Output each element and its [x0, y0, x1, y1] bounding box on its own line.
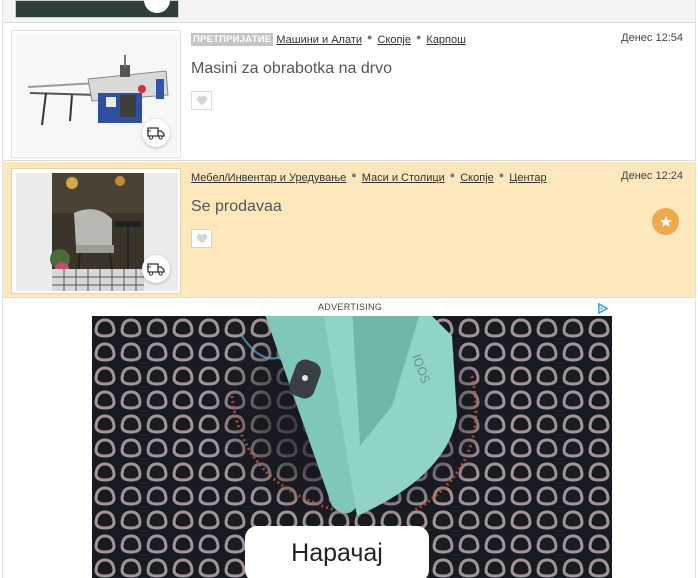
listing-thumbnail[interactable]: [11, 30, 181, 158]
company-badge: ПРЕТПРИЈАТИЕ: [191, 33, 274, 46]
ad-order-button[interactable]: Нарачај: [245, 526, 429, 578]
listing-meta: Мебел/Инвентар и Уредување ● Маси и Столиц…: [191, 170, 547, 184]
meta-separator: ●: [415, 32, 422, 42]
meta-separator: ●: [449, 170, 456, 180]
favorite-button[interactable]: [191, 91, 212, 110]
advertising-block[interactable]: ADVERTISING IQOS Нарачај: [3, 299, 695, 578]
listing-page: ПРЕТПРИЈАТИЕ Машини и Алати ● Скопје ● Карпош…: [2, 0, 696, 578]
category-link[interactable]: Машини и Алати: [276, 34, 362, 46]
delivery-truck-icon: [142, 119, 170, 147]
listing-thumbnail[interactable]: [15, 0, 179, 18]
previous-listing-partial[interactable]: [3, 0, 695, 23]
subcategory-link[interactable]: Маси и Столици: [362, 172, 445, 184]
meta-separator: ●: [367, 32, 373, 42]
delivery-truck-icon: [142, 255, 170, 283]
city-link[interactable]: Скопје: [377, 34, 411, 46]
listing-thumbnail[interactable]: [11, 168, 181, 294]
heart-icon: [196, 95, 207, 106]
city-link[interactable]: Скопје: [460, 172, 494, 184]
meta-separator: ●: [498, 170, 505, 180]
listing-time: Денес 12:54: [621, 32, 683, 44]
category-link[interactable]: Мебел/Инвентар и Уредување: [191, 172, 346, 184]
ad-banner[interactable]: IQOS Нарачај: [92, 316, 612, 578]
listing-title[interactable]: Masini za obrabotka na drvo: [191, 60, 392, 78]
area-link[interactable]: Центар: [509, 172, 546, 184]
delivery-badge: [144, 0, 170, 13]
favorite-button[interactable]: [191, 229, 212, 248]
listing-meta: ПРЕТПРИЈАТИЕ Машини и Алати ● Скопје ● Карпош: [191, 32, 466, 46]
listing-time: Денес 12:24: [621, 170, 683, 182]
heart-icon: [196, 233, 207, 244]
star-icon: [652, 208, 679, 235]
listing-item[interactable]: ПРЕТПРИЈАТИЕ Машини и Алати ● Скопје ● Карпош…: [3, 24, 695, 161]
meta-separator: ●: [351, 170, 357, 180]
area-link[interactable]: Карпош: [426, 34, 466, 46]
ad-label: ADVERTISING: [318, 302, 383, 312]
listing-title[interactable]: Se prodavaa: [191, 198, 282, 216]
listing-item-promoted[interactable]: Мебел/Инвентар и Уредување ● Маси и Столиц…: [3, 162, 695, 298]
